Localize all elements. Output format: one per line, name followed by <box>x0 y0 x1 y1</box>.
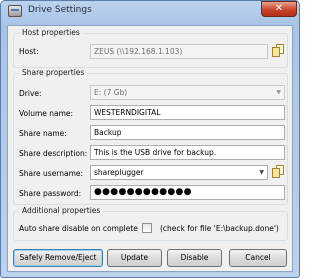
close-button[interactable]: ✕ <box>261 1 297 17</box>
disable-button[interactable]: Disable <box>167 249 222 267</box>
host-properties-title: Host properties <box>19 28 83 37</box>
share-username-value: shareplugger <box>94 168 144 177</box>
host-field: ZEUS (\\192.168.1.103) <box>90 44 268 59</box>
additional-properties-group: Additional properties Auto share disable… <box>13 206 288 241</box>
dialog-body: Host properties Host: ZEUS (\\192.168.1.… <box>7 25 293 272</box>
share-properties-title: Share properties <box>19 68 88 77</box>
update-button[interactable]: Update <box>107 249 162 267</box>
window-title: Drive Settings <box>28 5 92 15</box>
cancel-button[interactable]: Cancel <box>229 249 287 267</box>
drive-select: E: (7 Gb) ▼ <box>90 85 285 100</box>
host-properties-group: Host properties Host: ZEUS (\\192.168.1.… <box>13 28 288 68</box>
browse-users-icon[interactable] <box>272 165 284 178</box>
drive-label: Drive: <box>19 89 42 98</box>
share-description-label: Share description: <box>19 149 88 158</box>
drive-icon <box>8 5 22 17</box>
share-description-input[interactable]: This is the USB drive for backup. <box>90 145 285 160</box>
host-label: Host: <box>19 47 39 56</box>
chevron-down-icon: ▼ <box>276 89 281 96</box>
chevron-down-icon[interactable]: ▼ <box>259 166 264 179</box>
auto-disable-checkbox[interactable] <box>142 223 152 233</box>
browse-host-icon[interactable] <box>272 44 284 57</box>
auto-disable-label: Auto share disable on complete <box>19 224 138 233</box>
share-username-label: Share username: <box>19 169 84 178</box>
share-password-label: Share password: <box>19 189 82 198</box>
volume-name-input[interactable]: WESTERNDIGITAL <box>90 105 285 120</box>
share-name-input[interactable]: Backup <box>90 125 285 140</box>
share-password-input[interactable]: ●●●●●●●●●●●● <box>90 185 285 200</box>
done-file-hint: (check for file 'E:\backup.done') <box>160 224 279 233</box>
drive-settings-window: Drive Settings ✕ Host properties Host: Z… <box>0 0 300 278</box>
drive-value: E: (7 Gb) <box>94 88 128 97</box>
volume-name-label: Volume name: <box>19 109 74 118</box>
share-properties-group: Share properties Drive: E: (7 Gb) ▼ Volu… <box>13 68 288 205</box>
safely-remove-eject-button[interactable]: Safely Remove/Eject <box>13 249 103 267</box>
share-name-label: Share name: <box>19 129 67 138</box>
title-bar[interactable]: Drive Settings ✕ <box>1 1 299 23</box>
additional-properties-title: Additional properties <box>19 206 104 215</box>
share-username-select[interactable]: shareplugger ▼ <box>90 165 268 180</box>
